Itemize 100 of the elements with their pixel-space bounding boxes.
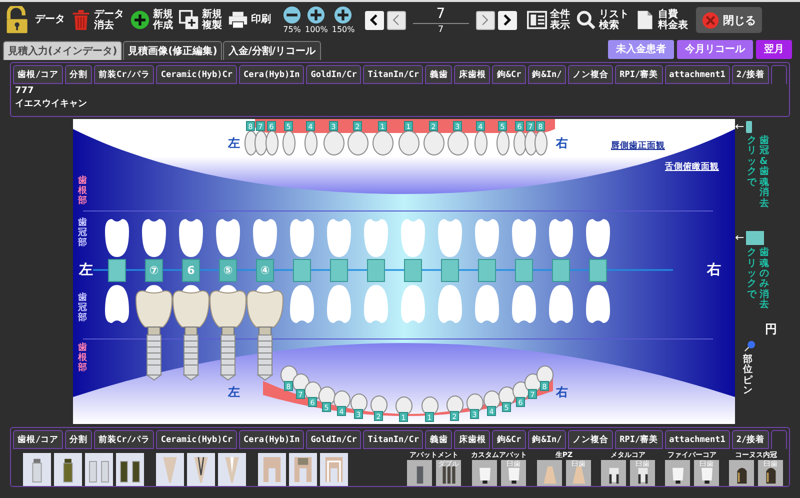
category-tab[interactable]: attachment1 — [664, 430, 730, 449]
part-thumbnail[interactable] — [85, 453, 113, 486]
left-label: 左 — [228, 384, 240, 401]
next-page-button[interactable] — [476, 10, 495, 30]
left-label: 左 — [228, 135, 240, 152]
part-thumbnail[interactable] — [116, 453, 144, 486]
previous-page-button[interactable] — [386, 10, 406, 30]
tooth-slot[interactable] — [293, 259, 311, 282]
part-thumbnail[interactable] — [258, 453, 286, 486]
tooth-slot[interactable] — [404, 259, 422, 282]
tab[interactable]: 見積入力(メインデータ) — [3, 41, 122, 60]
category-tab[interactable]: GoldIn/Cr — [306, 65, 362, 84]
tab[interactable]: 入金/分割/リコール — [223, 41, 321, 60]
zoom-button[interactable]: 75% — [283, 6, 301, 34]
category-tab[interactable]: 鉤&In/ — [528, 65, 566, 84]
part-thumbnail[interactable] — [187, 453, 215, 486]
zone-label: 歯根部 — [78, 177, 87, 207]
view-link[interactable]: 唇側歯正面観 — [611, 140, 665, 152]
last-page-button[interactable] — [498, 10, 517, 30]
zoom-button[interactable]: 150% — [332, 6, 355, 34]
left-label: 左 — [79, 261, 93, 279]
close-icon — [702, 12, 719, 28]
tooth-slot[interactable] — [367, 259, 385, 282]
category-tab[interactable]: 鉤&Cr — [492, 430, 526, 449]
part-thumbnail[interactable] — [320, 453, 348, 486]
category-tab[interactable]: ノン複合 — [568, 65, 614, 84]
current-page: 7 — [412, 4, 469, 24]
category-tab[interactable]: 2/接着 — [732, 65, 770, 84]
chevron-left-icon — [370, 14, 378, 26]
list-view-icon — [526, 10, 547, 30]
category-tab[interactable]: 床歯根 — [454, 430, 490, 449]
toolbar-button[interactable]: データ — [4, 6, 65, 34]
category-tab[interactable]: GoldIn/Cr — [306, 430, 362, 449]
category-tab[interactable]: 歯根/コア — [13, 430, 64, 449]
part-thumbnail[interactable] — [537, 460, 562, 486]
category-tab[interactable]: RPI/審美 — [615, 65, 663, 84]
recall-filter-button[interactable]: 今月リコール — [677, 40, 753, 58]
recall-filter-button[interactable]: 翌月 — [756, 40, 792, 58]
pin-icon[interactable] — [743, 340, 756, 353]
currency-text: 円 — [765, 320, 778, 338]
zoom-button[interactable]: 100% — [305, 6, 328, 34]
toolbar-button[interactable]: データ 消去 — [71, 8, 124, 32]
clear-all-handle[interactable] — [746, 121, 752, 133]
category-tab[interactable]: 鉤&In/ — [528, 430, 566, 449]
part-thumbnail[interactable] — [729, 460, 754, 486]
category-tab[interactable]: 分割 — [65, 65, 92, 84]
tooth-slot[interactable] — [330, 259, 348, 282]
clear-root-handle[interactable] — [746, 231, 764, 246]
chevron-right-icon — [503, 14, 512, 26]
category-tab[interactable]: 分割 — [65, 430, 92, 449]
tooth-slot[interactable] — [515, 259, 533, 282]
view-link[interactable]: 舌側俯瞰面観 — [665, 161, 719, 173]
tab[interactable]: 見積画像(修正編集) — [123, 41, 222, 60]
tooth-slot[interactable] — [552, 259, 570, 282]
total-pages: 7 — [438, 24, 444, 36]
category-tab[interactable]: TitanIn/Cr — [363, 430, 424, 449]
hint-text: クリックで — [747, 248, 756, 302]
category-tab[interactable]: Ceramic(Hyb)Cr — [156, 65, 238, 84]
action-text: 歯魂のみ消去 — [760, 248, 769, 311]
hint-text: クリックで — [747, 136, 756, 190]
category-tab[interactable]: Cera(Hyb)In — [239, 65, 304, 84]
category-tab[interactable]: Cera(Hyb)In — [239, 430, 304, 449]
part-thumbnail[interactable] — [54, 453, 82, 486]
toolbar-button[interactable]: リスト 検索 — [576, 8, 629, 32]
category-tab[interactable]: ノン複合 — [568, 430, 614, 449]
part-thumbnail[interactable] — [601, 460, 626, 486]
category-tab[interactable]: Ceramic(Hyb)Cr — [156, 430, 238, 449]
tooth-slot[interactable] — [108, 259, 126, 282]
toolbar-button[interactable]: 新規 作成 — [130, 8, 173, 32]
category-tab[interactable]: attachment1 — [664, 65, 730, 84]
category-tab[interactable]: 義歯 — [425, 65, 452, 84]
category-tab[interactable]: TitanIn/Cr — [363, 65, 424, 84]
category-tab[interactable]: 床歯根 — [454, 65, 490, 84]
arrow-text: ← — [735, 121, 744, 133]
part-thumbnail[interactable] — [156, 453, 184, 486]
category-tab[interactable]: 義歯 — [425, 430, 452, 449]
part-thumbnail[interactable] — [218, 453, 246, 486]
toolbar-button[interactable]: 新規 複製 — [179, 8, 222, 32]
first-page-button[interactable] — [364, 10, 384, 30]
tooth-slot[interactable] — [441, 259, 459, 282]
toolbar-button[interactable]: 全件 表示 — [526, 8, 570, 32]
tooth-slot[interactable] — [478, 259, 496, 282]
part-thumbnail[interactable] — [407, 460, 432, 486]
part-thumbnail[interactable] — [665, 460, 690, 486]
chevron-left-icon — [392, 14, 400, 26]
toolbar-button[interactable]: 印刷 — [228, 10, 271, 30]
part-thumbnail[interactable] — [289, 453, 317, 486]
category-tab[interactable]: 前装Cr/パラ — [94, 65, 154, 84]
toolbar-button[interactable]: 自費 料金表 — [634, 8, 688, 32]
tooth-slot[interactable] — [589, 259, 607, 282]
category-tab[interactable]: 歯根/コア — [13, 65, 64, 84]
category-tab[interactable]: 前装Cr/パラ — [94, 430, 154, 449]
category-tab[interactable]: 2/接着 — [732, 430, 770, 449]
part-thumbnail[interactable] — [23, 453, 51, 486]
part-thumbnail[interactable] — [472, 460, 497, 486]
close-button[interactable]: 閉じる — [696, 7, 762, 33]
document-icon — [634, 10, 655, 30]
category-tab[interactable]: RPI/審美 — [615, 430, 663, 449]
category-tab[interactable]: 鉤&Cr — [492, 65, 526, 84]
pin-label: 部位ピン — [743, 354, 754, 396]
